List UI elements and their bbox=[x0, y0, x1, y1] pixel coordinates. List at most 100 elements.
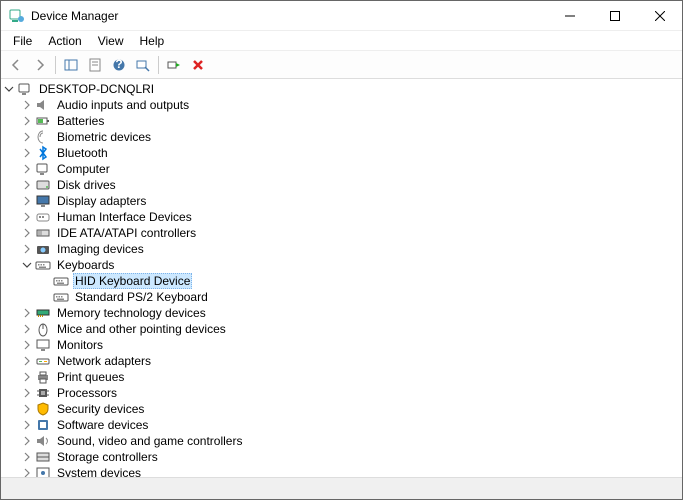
expand-icon[interactable] bbox=[19, 193, 35, 209]
category-display[interactable]: Display adapters bbox=[1, 193, 682, 209]
forward-button[interactable] bbox=[29, 54, 51, 76]
monitor-icon bbox=[35, 337, 51, 353]
category-sys[interactable]: System devices bbox=[1, 465, 682, 477]
help-button[interactable]: ? bbox=[108, 54, 130, 76]
node-label: Sound, video and game controllers bbox=[55, 434, 244, 448]
category-bt[interactable]: Bluetooth bbox=[1, 145, 682, 161]
menu-action[interactable]: Action bbox=[40, 32, 89, 50]
minimize-button[interactable] bbox=[547, 1, 592, 31]
category-disk[interactable]: Disk drives bbox=[1, 177, 682, 193]
category-sec[interactable]: Security devices bbox=[1, 401, 682, 417]
category-ide[interactable]: IDE ATA/ATAPI controllers bbox=[1, 225, 682, 241]
device-item[interactable]: HID Keyboard Device bbox=[1, 273, 682, 289]
node-label: Standard PS/2 Keyboard bbox=[73, 290, 210, 304]
category-cam[interactable]: Imaging devices bbox=[1, 241, 682, 257]
close-button[interactable] bbox=[637, 1, 682, 31]
expand-icon[interactable] bbox=[19, 337, 35, 353]
expand-icon[interactable] bbox=[19, 241, 35, 257]
sec-icon bbox=[35, 401, 51, 417]
node-label: DESKTOP-DCNQLRI bbox=[37, 82, 156, 96]
ide-icon bbox=[35, 225, 51, 241]
expand-icon[interactable] bbox=[19, 465, 35, 477]
category-speaker[interactable]: Audio inputs and outputs bbox=[1, 97, 682, 113]
separator bbox=[158, 56, 159, 74]
collapse-icon[interactable] bbox=[19, 257, 35, 273]
menu-file[interactable]: File bbox=[5, 32, 40, 50]
expand-icon[interactable] bbox=[19, 449, 35, 465]
scan-hardware-button[interactable] bbox=[132, 54, 154, 76]
menu-view[interactable]: View bbox=[90, 32, 132, 50]
expand-icon[interactable] bbox=[19, 385, 35, 401]
node-label: Disk drives bbox=[55, 178, 118, 192]
uninstall-device-button[interactable] bbox=[187, 54, 209, 76]
expand-icon[interactable] bbox=[19, 353, 35, 369]
expand-icon[interactable] bbox=[19, 113, 35, 129]
sound-icon bbox=[35, 433, 51, 449]
node-label: Mice and other pointing devices bbox=[55, 322, 228, 336]
root-computer[interactable]: DESKTOP-DCNQLRI bbox=[1, 81, 682, 97]
device-tree[interactable]: DESKTOP-DCNQLRIAudio inputs and outputsB… bbox=[1, 79, 682, 477]
category-cpu[interactable]: Processors bbox=[1, 385, 682, 401]
back-button[interactable] bbox=[5, 54, 27, 76]
finger-icon bbox=[35, 129, 51, 145]
node-label: Human Interface Devices bbox=[55, 210, 194, 224]
menu-help[interactable]: Help bbox=[132, 32, 173, 50]
storage-icon bbox=[35, 449, 51, 465]
category-mouse[interactable]: Mice and other pointing devices bbox=[1, 321, 682, 337]
print-icon bbox=[35, 369, 51, 385]
category-kb[interactable]: Keyboards bbox=[1, 257, 682, 273]
category-storage[interactable]: Storage controllers bbox=[1, 449, 682, 465]
node-label: Memory technology devices bbox=[55, 306, 208, 320]
enable-device-button[interactable] bbox=[163, 54, 185, 76]
category-sw[interactable]: Software devices bbox=[1, 417, 682, 433]
pc-icon bbox=[17, 81, 33, 97]
kb-icon bbox=[35, 257, 51, 273]
node-label: Security devices bbox=[55, 402, 146, 416]
expand-icon[interactable] bbox=[19, 129, 35, 145]
expand-icon[interactable] bbox=[19, 161, 35, 177]
expand-icon[interactable] bbox=[19, 97, 35, 113]
svg-text:?: ? bbox=[115, 58, 122, 71]
net-icon bbox=[35, 353, 51, 369]
expand-icon[interactable] bbox=[19, 177, 35, 193]
category-sound[interactable]: Sound, video and game controllers bbox=[1, 433, 682, 449]
expand-icon[interactable] bbox=[19, 417, 35, 433]
category-finger[interactable]: Biometric devices bbox=[1, 129, 682, 145]
pc-icon bbox=[35, 161, 51, 177]
expand-icon[interactable] bbox=[19, 209, 35, 225]
node-label: Print queues bbox=[55, 370, 126, 384]
node-label: Audio inputs and outputs bbox=[55, 98, 191, 112]
show-hide-console-button[interactable] bbox=[60, 54, 82, 76]
window-controls bbox=[547, 1, 682, 31]
category-print[interactable]: Print queues bbox=[1, 369, 682, 385]
expand-icon[interactable] bbox=[19, 225, 35, 241]
category-monitor[interactable]: Monitors bbox=[1, 337, 682, 353]
node-label: Software devices bbox=[55, 418, 150, 432]
node-label: Network adapters bbox=[55, 354, 153, 368]
expand-icon[interactable] bbox=[19, 321, 35, 337]
category-pc[interactable]: Computer bbox=[1, 161, 682, 177]
app-icon bbox=[9, 8, 25, 24]
properties-button[interactable] bbox=[84, 54, 106, 76]
mouse-icon bbox=[35, 321, 51, 337]
node-label: Monitors bbox=[55, 338, 105, 352]
device-item[interactable]: Standard PS/2 Keyboard bbox=[1, 289, 682, 305]
mem-icon bbox=[35, 305, 51, 321]
maximize-button[interactable] bbox=[592, 1, 637, 31]
category-hid[interactable]: Human Interface Devices bbox=[1, 209, 682, 225]
expand-icon[interactable] bbox=[19, 145, 35, 161]
sw-icon bbox=[35, 417, 51, 433]
window-title: Device Manager bbox=[31, 9, 547, 23]
hid-icon bbox=[35, 209, 51, 225]
display-icon bbox=[35, 193, 51, 209]
expand-icon[interactable] bbox=[19, 305, 35, 321]
category-battery[interactable]: Batteries bbox=[1, 113, 682, 129]
node-label: Keyboards bbox=[55, 258, 116, 272]
expand-icon[interactable] bbox=[19, 401, 35, 417]
collapse-icon[interactable] bbox=[1, 81, 17, 97]
cpu-icon bbox=[35, 385, 51, 401]
category-mem[interactable]: Memory technology devices bbox=[1, 305, 682, 321]
expand-icon[interactable] bbox=[19, 433, 35, 449]
expand-icon[interactable] bbox=[19, 369, 35, 385]
category-net[interactable]: Network adapters bbox=[1, 353, 682, 369]
